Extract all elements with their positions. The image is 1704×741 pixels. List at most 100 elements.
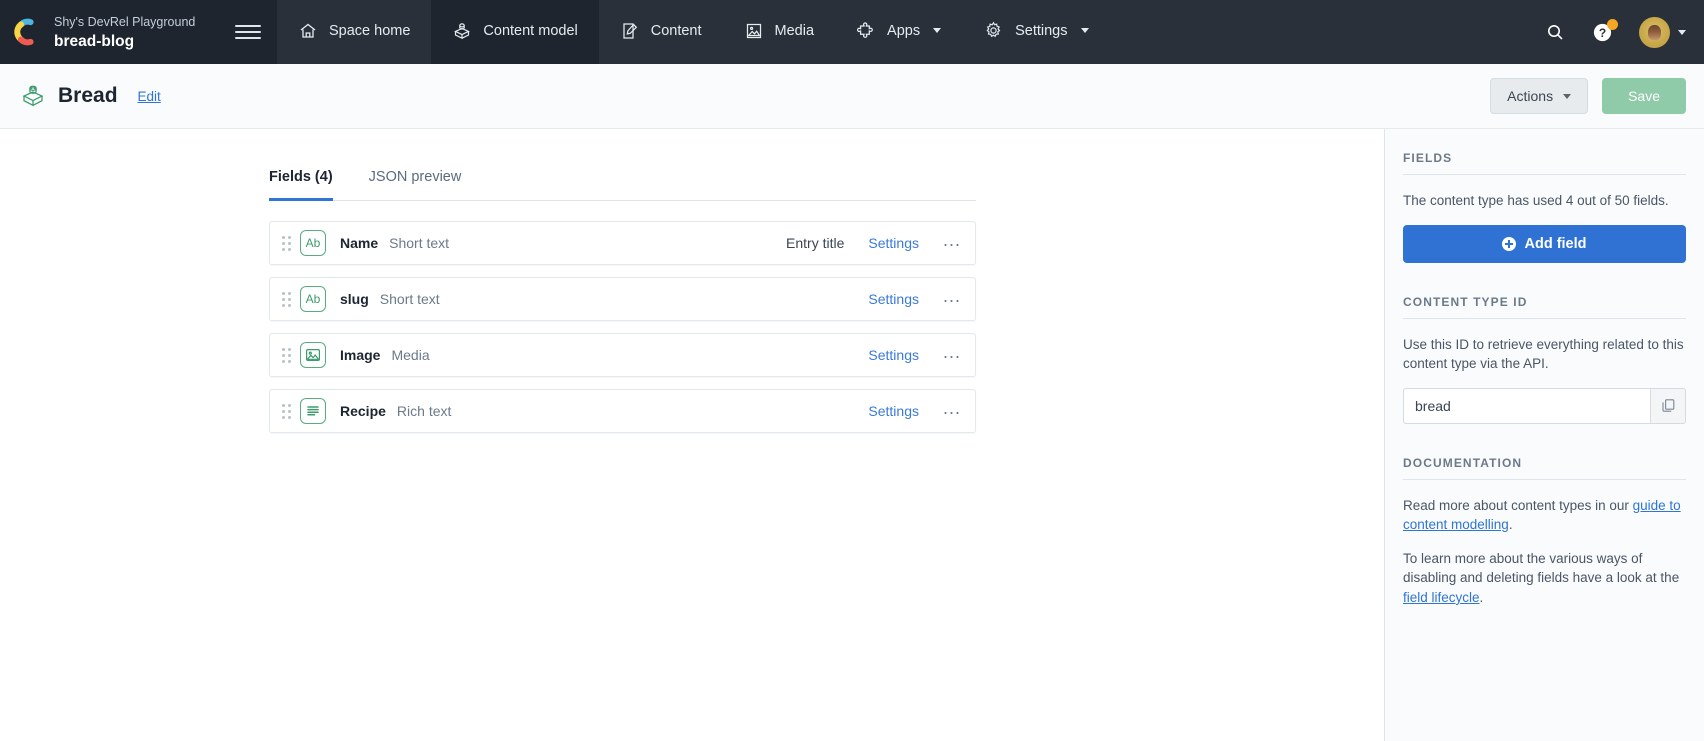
- dot: [281, 359, 285, 363]
- actions-button-label: Actions: [1507, 88, 1554, 104]
- nav-item-media[interactable]: Media: [723, 0, 836, 64]
- field-more-actions-button[interactable]: ...: [943, 287, 961, 307]
- field-name: slug: [340, 291, 369, 307]
- dot: [281, 353, 285, 357]
- avatar-photo: [1648, 24, 1661, 40]
- search-icon[interactable]: [1545, 22, 1566, 43]
- field-name: Image: [340, 347, 381, 363]
- doc-text-1-pre: Read more about content types in our: [1403, 497, 1633, 513]
- organization-name: Shy's DevRel Playground: [54, 15, 196, 29]
- field-settings-link[interactable]: Settings: [868, 403, 919, 419]
- field-settings-link[interactable]: Settings: [868, 347, 919, 363]
- sidebar-heading-documentation: DOCUMENTATION: [1403, 456, 1686, 480]
- field-more-actions-button[interactable]: ...: [943, 231, 961, 251]
- page-body: Fields (4) JSON preview Ab Name Short te…: [0, 129, 1704, 741]
- field-type: Media: [391, 347, 430, 363]
- documentation-paragraph-2: To learn more about the various ways of …: [1403, 549, 1686, 608]
- hamburger-menu-icon[interactable]: [235, 19, 261, 45]
- dot: [281, 409, 285, 413]
- nav-label: Apps: [887, 22, 921, 39]
- top-navigation-bar: Shy's DevRel Playground bread-blog Space…: [0, 0, 1704, 64]
- sidebar-heading-fields: FIELDS: [1403, 151, 1686, 175]
- entry-title-badge: Entry title: [786, 235, 845, 251]
- dot: [281, 247, 285, 251]
- content-type-id-field: [1403, 387, 1686, 424]
- field-type: Short text: [389, 235, 450, 251]
- nav-label: Space home: [329, 22, 411, 39]
- tab-json-preview[interactable]: JSON preview: [369, 169, 462, 201]
- actions-button[interactable]: Actions: [1490, 78, 1589, 114]
- dot: [281, 403, 285, 407]
- copy-icon[interactable]: [1650, 387, 1686, 424]
- add-field-button[interactable]: Add field: [1403, 224, 1686, 263]
- field-settings-link[interactable]: Settings: [868, 291, 919, 307]
- chevron-down-icon: [933, 28, 942, 33]
- field-row-actions: Settings ...: [844, 399, 961, 419]
- nav-item-content-model[interactable]: Content model: [431, 0, 599, 64]
- content-pencil-page-icon: [620, 21, 640, 41]
- field-settings-link[interactable]: Settings: [868, 235, 919, 251]
- rich-text-lines-icon: [300, 398, 326, 424]
- field-more-actions-button[interactable]: ...: [943, 343, 961, 363]
- table-row[interactable]: Ab Name Short text Entry title Settings …: [269, 221, 976, 265]
- media-image-icon: [744, 21, 764, 41]
- nav-item-settings[interactable]: Settings: [962, 0, 1109, 64]
- dot: [287, 353, 291, 357]
- dot: [287, 297, 291, 301]
- drag-handle-icon[interactable]: [278, 235, 294, 251]
- page-header-actions: Actions Save: [1490, 78, 1686, 114]
- right-sidebar: FIELDS The content type has used 4 out o…: [1384, 129, 1704, 741]
- table-row[interactable]: Image Media Settings ...: [269, 333, 976, 377]
- doc-text-1-post: .: [1508, 517, 1513, 533]
- user-avatar-menu[interactable]: [1639, 16, 1686, 48]
- content-model-cube-icon: [452, 21, 472, 41]
- table-row[interactable]: Recipe Rich text Settings ...: [269, 389, 976, 433]
- nav-label: Content: [650, 22, 702, 39]
- fields-usage-text: The content type has used 4 out of 50 fi…: [1403, 193, 1669, 208]
- field-name: Recipe: [340, 403, 386, 419]
- edit-link[interactable]: Edit: [138, 89, 161, 104]
- save-button[interactable]: Save: [1602, 78, 1686, 114]
- primary-nav-items: Space home Content model Content Media A…: [277, 0, 1110, 64]
- dot: [287, 247, 291, 251]
- tab-bar: Fields (4) JSON preview: [269, 129, 976, 201]
- gear-icon: [983, 20, 1004, 41]
- field-list: Ab Name Short text Entry title Settings …: [269, 201, 976, 433]
- help-question-icon[interactable]: ?: [1592, 18, 1618, 43]
- doc-text-2-pre: To learn more about the various ways of …: [1403, 550, 1680, 586]
- add-field-label: Add field: [1524, 235, 1587, 252]
- apps-puzzle-icon: [856, 21, 876, 41]
- contentful-logo-icon: [14, 18, 42, 46]
- nav-item-space-home[interactable]: Space home: [277, 0, 431, 64]
- field-more-actions-button[interactable]: ...: [943, 399, 961, 419]
- content-type-id-description: Use this ID to retrieve everything relat…: [1403, 336, 1684, 372]
- sidebar-heading-content-type-id: CONTENT TYPE ID: [1403, 295, 1686, 319]
- drag-handle-icon[interactable]: [278, 347, 294, 363]
- drag-handle-icon[interactable]: [278, 291, 294, 307]
- nav-item-content[interactable]: Content: [599, 0, 723, 64]
- brand-text: Shy's DevRel Playground bread-blog: [54, 12, 223, 52]
- hamburger-line: [235, 37, 261, 39]
- avatar: [1639, 16, 1670, 48]
- dot: [287, 415, 291, 419]
- field-type: Short text: [379, 291, 440, 307]
- drag-handle-icon[interactable]: [278, 403, 294, 419]
- field-row-actions: Entry title Settings ...: [786, 231, 961, 251]
- brand-space-selector[interactable]: Shy's DevRel Playground bread-blog: [0, 0, 277, 64]
- dot: [281, 235, 285, 239]
- dot: [287, 409, 291, 413]
- home-icon: [298, 21, 318, 41]
- nav-label: Media: [774, 22, 815, 39]
- tab-fields[interactable]: Fields (4): [269, 169, 333, 201]
- dot: [287, 235, 291, 239]
- content-type-id-input[interactable]: [1403, 387, 1650, 424]
- svg-text:?: ?: [1599, 25, 1606, 39]
- field-lifecycle-link[interactable]: field lifecycle: [1403, 590, 1480, 605]
- short-text-ab-icon: Ab: [300, 286, 326, 312]
- dot: [287, 347, 291, 351]
- chevron-down-icon: [1080, 28, 1089, 33]
- table-row[interactable]: Ab slug Short text Settings ...: [269, 277, 976, 321]
- dot: [281, 347, 285, 351]
- nav-item-apps[interactable]: Apps: [835, 0, 962, 64]
- dot: [281, 415, 285, 419]
